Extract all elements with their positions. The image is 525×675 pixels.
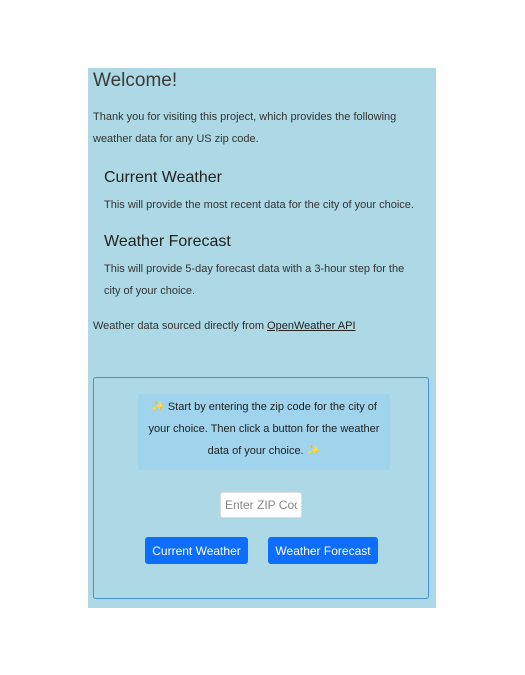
instruction-box: ✨ Start by entering the zip code for the… — [138, 394, 390, 470]
weather-forecast-button[interactable]: Weather Forecast — [268, 537, 378, 564]
openweather-link[interactable]: OpenWeather API — [267, 320, 355, 332]
intro-text: Thank you for visiting this project, whi… — [93, 111, 397, 145]
weather-forecast-description: This will provide 5-day forecast data wi… — [104, 263, 405, 297]
source-note: Weather data sourced directly from OpenW… — [93, 320, 356, 332]
current-weather-heading: Current Weather — [104, 169, 222, 186]
current-weather-button[interactable]: Current Weather — [145, 537, 248, 564]
current-weather-description: This will provide the most recent data f… — [104, 199, 414, 211]
main-panel: Welcome! Thank you for visiting this pro… — [88, 68, 436, 608]
instruction-text: Start by entering the zip code for the c… — [148, 401, 380, 457]
weather-forecast-heading: Weather Forecast — [104, 233, 231, 250]
source-prefix: Weather data sourced directly from — [93, 320, 268, 332]
zip-code-input[interactable] — [220, 492, 302, 518]
sparkle-icon: ✨ — [151, 401, 165, 413]
zip-entry-card: ✨ Start by entering the zip code for the… — [93, 377, 429, 599]
page-title: Welcome! — [93, 70, 178, 91]
sparkle-icon: ✨ — [306, 445, 321, 457]
